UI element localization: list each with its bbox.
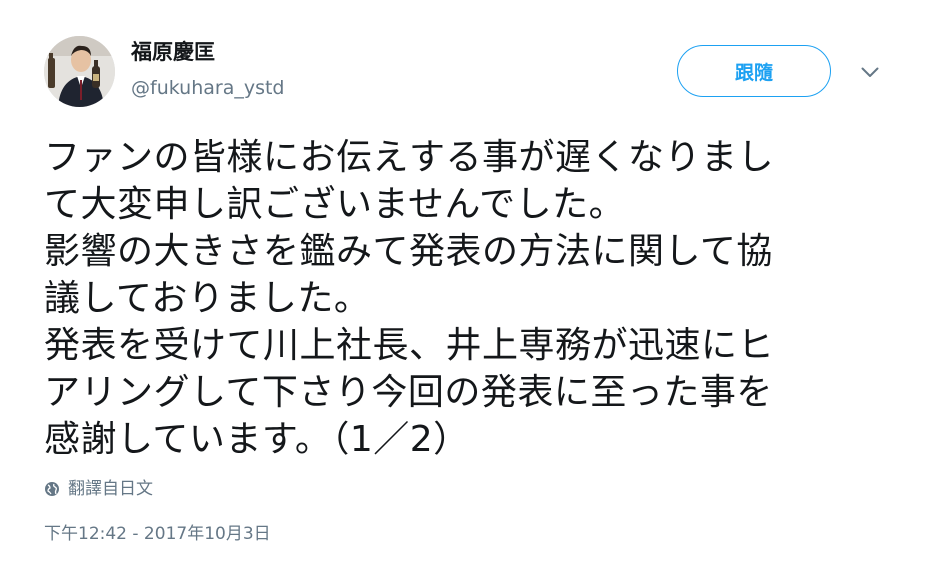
tweet-line: て大変申し訳ございませんでした。 <box>44 184 626 225</box>
avatar[interactable] <box>44 36 115 107</box>
chevron-down-glyph <box>861 67 879 77</box>
translate-link[interactable]: 翻譯自日文 <box>44 478 153 500</box>
follow-button[interactable]: 跟隨 <box>677 45 831 97</box>
user-handle[interactable]: @fukuhara_ystd <box>131 76 284 100</box>
tweet-line: 発表を受けて川上社長、井上専務が迅速にヒ <box>44 325 775 366</box>
tweet-line: アリングして下さり今回の発表に至った事を <box>44 372 773 413</box>
tweet: 福原慶匡 @fukuhara_ystd 跟隨 ファンの皆様にお伝えする事が遅くな… <box>0 0 929 561</box>
tweet-line: 影響の大きさを鑑みて発表の方法に関して協 <box>44 231 773 272</box>
tweet-line: 議しておりました。 <box>44 278 371 319</box>
tweet-line: ファンの皆様にお伝えする事が遅くなりまし <box>44 137 775 178</box>
tweet-line: 感謝しています。（1／2） <box>44 419 470 460</box>
translate-label: 翻譯自日文 <box>68 479 153 499</box>
chevron-down-icon[interactable] <box>858 62 882 82</box>
globe-icon <box>45 482 59 496</box>
display-name[interactable]: 福原慶匡 <box>131 38 215 66</box>
avatar-photo <box>44 36 115 107</box>
follow-button-label: 跟隨 <box>734 61 773 84</box>
timestamp[interactable]: 下午12:42 - 2017年10月3日 <box>44 523 271 545</box>
tweet-text: ファンの皆様にお伝えする事が遅くなりまし て大変申し訳ございませんでした。 影響… <box>44 134 904 463</box>
